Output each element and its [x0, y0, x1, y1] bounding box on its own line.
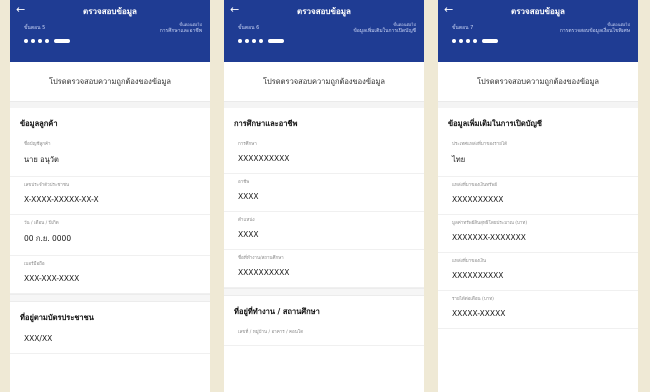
field-label: เบอร์มือถือ [24, 262, 45, 267]
section-title: ข้อมูลเพิ่มเติมในการเปิดบัญชี [448, 119, 543, 128]
field-value: XXX/XX [24, 334, 53, 343]
field-mobile: เบอร์มือถือ XXX-XXX-XXXX [10, 256, 210, 294]
field-label: วัน / เดือน / ปีเกิด [24, 221, 59, 226]
field-value: 00 ก.ย. 0000 [24, 234, 72, 243]
screen-customer-info: ← ตรวจสอบข้อมูล ขั้นตอน 5 ขั้นตอนต่อไป ก… [10, 0, 210, 392]
top-bar: ← ตรวจสอบข้อมูล ขั้นตอน 6 ขั้นตอนต่อไป ข… [224, 0, 424, 62]
progress-dot [238, 39, 242, 43]
field-value: X-XXXX-XXXXX-XX-X [24, 195, 99, 204]
section-title: การศึกษาและอาชีพ [234, 119, 298, 128]
screen-education-occupation: ← ตรวจสอบข้อมูล ขั้นตอน 6 ขั้นตอนต่อไป ข… [224, 0, 424, 392]
field-value: XXXXX-XXXXX [452, 309, 506, 318]
section-divider [10, 294, 210, 302]
section-title: ข้อมูลลูกค้า [20, 119, 58, 128]
next-step-label: ขั้นตอนต่อไป การศึกษาและอาชีพ [112, 22, 202, 34]
progress-dot [31, 39, 35, 43]
progress-dot [245, 39, 249, 43]
progress-indicator [452, 39, 498, 43]
verify-notice: โปรดตรวจสอบความถูกต้องของข้อมูล [224, 62, 424, 102]
verify-notice: โปรดตรวจสอบความถูกต้องของข้อมูล [10, 62, 210, 102]
progress-indicator [24, 39, 70, 43]
progress-dot [466, 39, 470, 43]
field-label: รายได้ต่อเดือน (บาท) [452, 297, 494, 302]
field-value: XXXXXXXXXX [452, 195, 504, 204]
next-step-label: ขั้นตอนต่อไป การตรวจสอบข้อมูลเงื่อนไขพิเ… [540, 22, 630, 34]
verify-notice: โปรดตรวจสอบความถูกต้องของข้อมูล [438, 62, 638, 102]
page-title: ตรวจสอบข้อมูล [511, 7, 565, 16]
field-position: ตำแหน่ง XXXX [224, 212, 424, 250]
field-value: นาย อนุวัต [24, 155, 59, 164]
progress-dot [45, 39, 49, 43]
progress-dot [259, 39, 263, 43]
field-value: XXXXXXXXXX [238, 268, 290, 277]
field-label: อาชีพ [238, 180, 250, 185]
section-divider [224, 288, 424, 296]
step-label: ขั้นตอน 7 [452, 25, 474, 31]
section-title: ที่อยู่ตามบัตรประชาชน [20, 313, 94, 322]
field-income-country: ประเทศแหล่งที่มาของรายได้ ไทย [438, 136, 638, 177]
section-title: ที่อยู่ที่ทำงาน / สถานศึกษา [234, 307, 320, 316]
page-title: ตรวจสอบข้อมูล [83, 7, 137, 16]
next-step-name: การตรวจสอบข้อมูลเงื่อนไขพิเศษ [559, 28, 630, 34]
field-label: แหล่งที่มาของเงิน [452, 259, 487, 264]
field-label: มูลค่าทรัพย์สินสุทธิโดยประมาณ (บาท) [452, 221, 528, 226]
field-label: การศึกษา [238, 142, 257, 147]
field-value: XXXXXXXXXX [452, 271, 504, 280]
field-account-name: ชื่อบัญชีลูกค้า นาย อนุวัต [10, 136, 210, 177]
progress-dot [459, 39, 463, 43]
progress-current [268, 39, 284, 43]
progress-current [482, 39, 498, 43]
field-monthly-income: รายได้ต่อเดือน (บาท) XXXXX-XXXXX [438, 291, 638, 329]
field-value: XXXXXXX-XXXXXXX [452, 233, 526, 242]
next-step-label: ขั้นตอนต่อไป ข้อมูลเพิ่มเติมในการเปิดบัญ… [326, 22, 416, 34]
field-net-worth: มูลค่าทรัพย์สินสุทธิโดยประมาณ (บาท) XXXX… [438, 215, 638, 253]
field-label: แหล่งที่มาของเงินทรัพย์ [452, 183, 498, 188]
field-value: ไทย [452, 155, 466, 164]
progress-dot [473, 39, 477, 43]
progress-current [54, 39, 70, 43]
next-step-name: การศึกษาและอาชีพ [159, 28, 202, 34]
top-bar: ← ตรวจสอบข้อมูล ขั้นตอน 5 ขั้นตอนต่อไป ก… [10, 0, 210, 62]
field-value: XXXX [238, 230, 259, 239]
progress-indicator [238, 39, 284, 43]
field-label: ประเทศแหล่งที่มาของรายได้ [452, 142, 508, 147]
field-label: เลขประจำตัวประชาชน [24, 183, 70, 188]
progress-dot [252, 39, 256, 43]
field-value: XXX-XXX-XXXX [24, 274, 80, 283]
field-workplace: ชื่อที่ทำงาน/สถานศึกษา XXXXXXXXXX [224, 250, 424, 288]
field-education: การศึกษา XXXXXXXXXX [224, 136, 424, 174]
field-value: XXXXXXXXXX [238, 154, 290, 163]
field-id-number: เลขประจำตัวประชาชน X-XXXX-XXXXX-XX-X [10, 177, 210, 215]
progress-dot [24, 39, 28, 43]
field-label: เลขที่ / หมู่บ้าน / อาคาร / คอนโด [238, 330, 304, 335]
screen-additional-info: ← ตรวจสอบข้อมูล ขั้นตอน 7 ขั้นตอนต่อไป ก… [438, 0, 638, 392]
field-birth-date: วัน / เดือน / ปีเกิด 00 ก.ย. 0000 [10, 215, 210, 256]
field-asset-source: แหล่งที่มาของเงินทรัพย์ XXXXXXXXXX [438, 177, 638, 215]
top-bar: ← ตรวจสอบข้อมูล ขั้นตอน 7 ขั้นตอนต่อไป ก… [438, 0, 638, 62]
progress-dot [38, 39, 42, 43]
field-label: ตำแหน่ง [238, 218, 255, 223]
progress-dot [452, 39, 456, 43]
field-address: XXX/XX [10, 330, 210, 354]
field-fund-source: แหล่งที่มาของเงิน XXXXXXXXXX [438, 253, 638, 291]
step-label: ขั้นตอน 5 [24, 25, 46, 31]
field-label: ชื่อที่ทำงาน/สถานศึกษา [238, 256, 284, 261]
field-occupation: อาชีพ XXXX [224, 174, 424, 212]
field-label: ชื่อบัญชีลูกค้า [24, 142, 51, 147]
step-label: ขั้นตอน 6 [238, 25, 260, 31]
page-title: ตรวจสอบข้อมูล [297, 7, 351, 16]
field-work-address: เลขที่ / หมู่บ้าน / อาคาร / คอนโด [224, 324, 424, 346]
next-step-name: ข้อมูลเพิ่มเติมในการเปิดบัญชี [353, 28, 416, 34]
field-value: XXXX [238, 192, 259, 201]
